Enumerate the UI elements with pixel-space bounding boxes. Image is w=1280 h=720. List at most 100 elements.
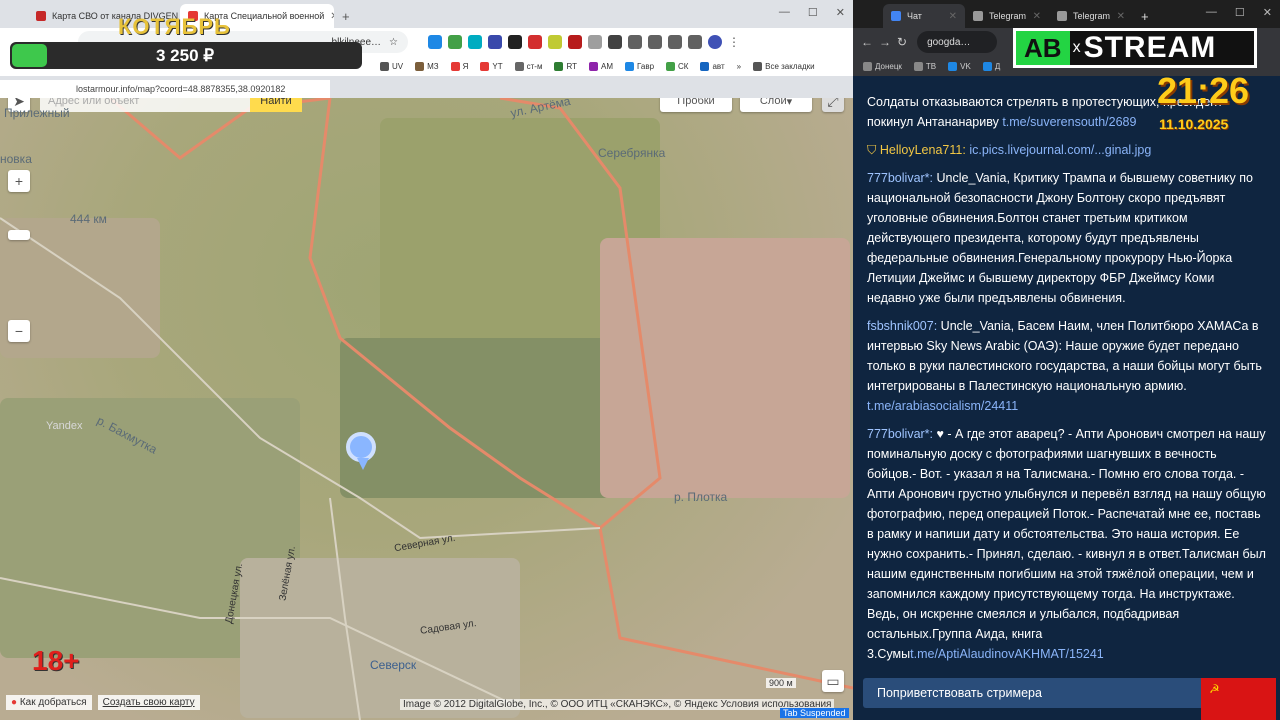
bookmark-item[interactable]: Донецк bbox=[863, 61, 902, 71]
forward-icon[interactable]: → bbox=[879, 35, 891, 49]
maximize-icon[interactable]: ☐ bbox=[1235, 6, 1245, 19]
avatar[interactable] bbox=[708, 35, 722, 49]
close-window-icon[interactable]: ✕ bbox=[1263, 6, 1272, 19]
stream-date: 11.10.2025 bbox=[1159, 116, 1229, 132]
extension-icon[interactable] bbox=[428, 35, 442, 49]
map-scale: 900 м bbox=[766, 678, 796, 688]
puzzle-icon[interactable] bbox=[628, 35, 642, 49]
message-text: Uncle_Vania, Критику Трампа и бывшему со… bbox=[867, 171, 1253, 305]
bookmark-item[interactable]: Гавр bbox=[625, 61, 655, 71]
bookmark-item[interactable]: RT bbox=[554, 61, 577, 71]
bookmark-label: Все закладки bbox=[765, 61, 815, 71]
map-label-distance: 444 км bbox=[70, 212, 107, 226]
bookmark-item[interactable]: UV bbox=[380, 61, 403, 71]
menu-kebab-icon[interactable]: ⋮ bbox=[728, 35, 740, 49]
maximize-icon[interactable]: ☐ bbox=[808, 6, 818, 19]
message-link[interactable]: ic.pics.livejournal.com/...ginal.jpg bbox=[969, 143, 1151, 157]
extension-icon[interactable] bbox=[448, 35, 462, 49]
bookmark-item[interactable]: АМ bbox=[589, 61, 613, 71]
tab-chat[interactable]: Чат ✕ bbox=[883, 4, 965, 28]
route-link[interactable]: ● Как добраться bbox=[6, 694, 92, 710]
close-window-icon[interactable]: ✕ bbox=[836, 6, 845, 19]
bookmark-item[interactable]: авт bbox=[700, 61, 725, 71]
zoom-out-button[interactable]: − bbox=[8, 320, 30, 342]
window-controls: — ☐ ✕ bbox=[779, 6, 845, 19]
route-label: Как добраться bbox=[19, 696, 87, 708]
create-map-label: Создать свою карту bbox=[102, 696, 195, 708]
tab-telegram[interactable]: Telegram ✕ bbox=[1049, 4, 1133, 28]
close-tab-icon[interactable]: ✕ bbox=[1117, 11, 1125, 22]
link-icon[interactable] bbox=[668, 35, 682, 49]
extension-icon[interactable] bbox=[488, 35, 502, 49]
bookmark-label: Д bbox=[994, 61, 1001, 71]
minimize-icon[interactable]: — bbox=[1206, 6, 1217, 19]
bookmark-item[interactable]: VK bbox=[948, 61, 971, 71]
donation-goal-bar: 3 250 ₽ bbox=[10, 42, 362, 69]
traffic-button[interactable]: Пробки bbox=[660, 98, 732, 112]
chat-nick[interactable]: fsbshnik007: bbox=[867, 319, 937, 333]
zoom-in-button[interactable]: + bbox=[8, 170, 30, 192]
bookmark-item[interactable]: Д bbox=[982, 61, 1001, 71]
map-find-button[interactable]: Найти bbox=[250, 98, 302, 112]
extension-icon[interactable] bbox=[528, 35, 542, 49]
fullscreen-icon[interactable]: ⤢ bbox=[822, 98, 844, 112]
pin-icon: ● bbox=[11, 696, 18, 708]
tab-label: Telegram bbox=[1073, 11, 1111, 21]
map-ruler-icon[interactable]: ▭ bbox=[822, 670, 844, 692]
create-map-link[interactable]: Создать свою карту bbox=[97, 694, 200, 710]
tab-favicon-icon bbox=[973, 11, 983, 21]
message-link[interactable]: t.me/arabiasocialism/24411 bbox=[867, 399, 1018, 413]
bookmark-item[interactable]: YT bbox=[480, 61, 503, 71]
bookmark-label: Я bbox=[462, 61, 469, 71]
message-link[interactable]: t.me/suverensouth/2689 bbox=[1002, 115, 1136, 129]
extension-icon[interactable] bbox=[508, 35, 522, 49]
logo-stream: STREAM bbox=[1083, 31, 1217, 64]
chat-nick[interactable]: HelloyLena711: bbox=[880, 143, 966, 157]
map-search-input[interactable]: Адрес или объект bbox=[40, 98, 250, 112]
bookmark-label: ст-м bbox=[526, 61, 543, 71]
reload-icon[interactable]: ↻ bbox=[897, 35, 907, 49]
tab-telegram[interactable]: Telegram ✕ bbox=[965, 4, 1049, 28]
bookmark-item[interactable]: МЗ bbox=[415, 61, 439, 71]
map-view[interactable]: Адрес или объект Найти Пробки Слои ▾ ⚙ ⤢… bbox=[0, 98, 853, 720]
chat-message: fsbshnik007: Uncle_Vania, Басем Наим, чл… bbox=[867, 316, 1266, 416]
minimize-icon[interactable]: — bbox=[779, 6, 790, 19]
message-link[interactable]: t.me/AptiAlaudinovAKHMAT/15241 bbox=[910, 647, 1104, 661]
layers-label: Слои bbox=[759, 98, 787, 107]
bookmark-label: Гавр bbox=[637, 61, 655, 71]
front-line bbox=[109, 98, 662, 530]
zoom-slider[interactable] bbox=[8, 230, 30, 240]
close-tab-icon[interactable]: ✕ bbox=[949, 11, 957, 22]
address-text: googda… bbox=[927, 36, 971, 48]
close-tab-icon[interactable]: ✕ bbox=[1033, 11, 1041, 22]
bookmark-item[interactable]: ТВ bbox=[913, 61, 936, 71]
extension-icon[interactable] bbox=[548, 35, 562, 49]
bookmark-item[interactable]: СК bbox=[666, 61, 688, 71]
chat-nick[interactable]: 777bolivar*: bbox=[867, 171, 933, 185]
back-icon[interactable]: ← bbox=[861, 35, 873, 49]
extension-icon[interactable] bbox=[468, 35, 482, 49]
chat-log[interactable]: Солдаты отказываются стрелять в протесту… bbox=[853, 84, 1280, 674]
message-text: ♥ - А где этот аварец? - Апти Аронович с… bbox=[867, 427, 1266, 661]
map-label-prilezh: Прилежный bbox=[4, 106, 70, 120]
extension-icon[interactable] bbox=[608, 35, 622, 49]
chat-message: 777bolivar*: ♥ - А где этот аварец? - Ап… bbox=[867, 424, 1266, 664]
layers-button[interactable]: Слои ▾ bbox=[740, 98, 812, 112]
bookmark-item[interactable]: Я bbox=[450, 61, 469, 71]
address-input[interactable]: googda… bbox=[917, 31, 998, 53]
chat-nick[interactable]: 777bolivar*: bbox=[867, 427, 933, 441]
extension-icon[interactable] bbox=[648, 35, 662, 49]
more-bookmarks-icon[interactable]: » bbox=[737, 62, 741, 71]
new-tab-button[interactable]: + bbox=[1133, 4, 1153, 28]
extension-icon[interactable] bbox=[588, 35, 602, 49]
bookmark-star-icon[interactable]: ☆ bbox=[389, 37, 398, 48]
location-pin-icon[interactable] bbox=[346, 432, 376, 470]
extension-icon[interactable] bbox=[568, 35, 582, 49]
new-tab-button[interactable]: + bbox=[334, 4, 354, 28]
right-browser-window: Чат ✕ Telegram ✕ Telegram ✕ + — ☐ ✕ ← → … bbox=[853, 0, 1280, 720]
bookmark-item[interactable]: Все закладки bbox=[753, 61, 815, 71]
window-controls: — ☐ ✕ bbox=[1206, 6, 1272, 19]
sidebar-icon[interactable] bbox=[688, 35, 702, 49]
bookmark-item[interactable]: ст-м bbox=[514, 61, 543, 71]
goal-title: КОТЯБРЬ bbox=[118, 14, 231, 39]
